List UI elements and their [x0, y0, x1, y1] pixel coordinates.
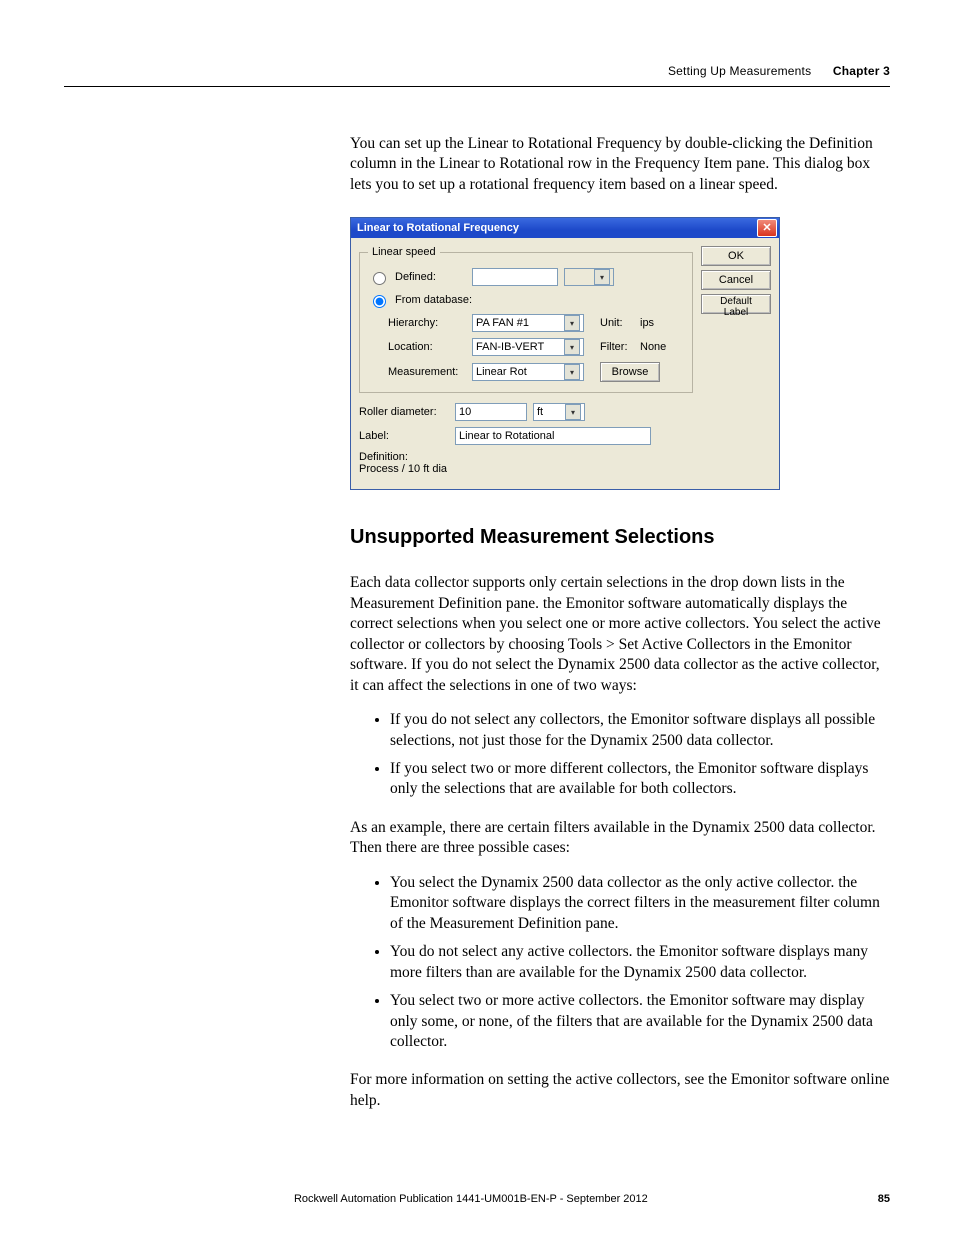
- dialog-main: Linear speed Defined: ▾: [359, 246, 693, 475]
- close-icon[interactable]: ✕: [757, 219, 777, 237]
- cancel-button[interactable]: Cancel: [701, 270, 771, 290]
- footer-publication: Rockwell Automation Publication 1441-UM0…: [64, 1193, 878, 1205]
- label-unit: Unit:: [600, 317, 634, 329]
- combo-measurement[interactable]: Linear Rot ▾: [472, 363, 584, 381]
- radio-from-database[interactable]: [373, 295, 386, 308]
- row-measurement: Measurement: Linear Rot ▾ Browse: [388, 362, 684, 382]
- groupbox-linear-speed: Linear speed Defined: ▾: [359, 246, 693, 393]
- dialog-titlebar: Linear to Rotational Frequency ✕: [351, 218, 779, 238]
- value-definition: Process / 10 ft dia: [359, 463, 693, 475]
- pair-unit: Unit: ips: [600, 317, 654, 329]
- list-item: You do not select any active collectors.…: [390, 942, 890, 983]
- input-roller[interactable]: [455, 403, 527, 421]
- footer-page-number: 85: [878, 1193, 890, 1205]
- paragraph-2: As an example, there are certain filters…: [350, 818, 890, 859]
- row-roller: Roller diameter: ft ▾: [359, 403, 693, 421]
- radio-row-defined: Defined: ▾: [368, 268, 684, 286]
- combo-roller-unit[interactable]: ft ▾: [533, 403, 585, 421]
- dialog-title: Linear to Rotational Frequency: [357, 222, 519, 234]
- intro-paragraph: You can set up the Linear to Rotational …: [350, 134, 890, 195]
- chevron-down-icon: ▾: [565, 404, 581, 420]
- header-section: Setting Up Measurements: [668, 64, 811, 78]
- label-definition: Definition:: [359, 451, 693, 463]
- label-measurement: Measurement:: [388, 366, 466, 378]
- defined-unit-combo[interactable]: ▾: [564, 268, 614, 286]
- value-filter: None: [640, 341, 666, 353]
- input-label[interactable]: [455, 427, 651, 445]
- page: Setting Up Measurements Chapter 3 You ca…: [0, 0, 954, 1235]
- bullet-list-1: If you do not select any collectors, the…: [350, 710, 890, 800]
- content-column: You can set up the Linear to Rotational …: [350, 134, 890, 1125]
- running-header: Setting Up Measurements Chapter 3: [668, 64, 890, 78]
- list-item: If you select two or more different coll…: [390, 759, 890, 800]
- label-hierarchy: Hierarchy:: [388, 317, 466, 329]
- dialog-linear-to-rotational: Linear to Rotational Frequency ✕ Linear …: [350, 217, 780, 490]
- ok-button[interactable]: OK: [701, 246, 771, 266]
- browse-button[interactable]: Browse: [600, 362, 660, 382]
- combo-hierarchy-value: PA FAN #1: [476, 317, 529, 329]
- default-label-button[interactable]: Default Label: [701, 294, 771, 314]
- chevron-down-icon: ▾: [564, 315, 580, 331]
- label-location: Location:: [388, 341, 466, 353]
- bullet-list-2: You select the Dynamix 2500 data collect…: [350, 873, 890, 1053]
- row-hierarchy: Hierarchy: PA FAN #1 ▾ Unit: ips: [388, 314, 684, 332]
- list-item: If you do not select any collectors, the…: [390, 710, 890, 751]
- combo-location-value: FAN-IB-VERT: [476, 341, 544, 353]
- combo-hierarchy[interactable]: PA FAN #1 ▾: [472, 314, 584, 332]
- pair-browse: Browse: [600, 362, 660, 382]
- paragraph-3: For more information on setting the acti…: [350, 1070, 890, 1111]
- dialog-body: Linear speed Defined: ▾: [351, 238, 779, 489]
- list-item: You select the Dynamix 2500 data collect…: [390, 873, 890, 934]
- value-unit: ips: [640, 317, 654, 329]
- paragraph-1: Each data collector supports only certai…: [350, 573, 890, 696]
- radio-fromdb-label: From database:: [395, 294, 472, 306]
- pair-filter: Filter: None: [600, 341, 666, 353]
- groupbox-legend: Linear speed: [368, 246, 440, 258]
- defined-value-input[interactable]: [472, 268, 558, 286]
- lower-rows: Roller diameter: ft ▾ Label:: [359, 403, 693, 475]
- chevron-down-icon: ▾: [564, 364, 580, 380]
- page-footer: Rockwell Automation Publication 1441-UM0…: [64, 1193, 890, 1205]
- label-filter: Filter:: [600, 341, 634, 353]
- list-item: You select two or more active collectors…: [390, 991, 890, 1052]
- row-definition: Definition: Process / 10 ft dia: [359, 451, 693, 475]
- radio-defined-label: Defined:: [395, 271, 436, 283]
- radio-row-fromdb: From database:: [368, 292, 684, 308]
- section-heading: Unsupported Measurement Selections: [350, 526, 890, 549]
- header-rule: [64, 86, 890, 87]
- dialog-button-column: OK Cancel Default Label: [701, 246, 771, 475]
- radio-defined[interactable]: [373, 272, 386, 285]
- combo-roller-unit-value: ft: [537, 406, 543, 418]
- row-location: Location: FAN-IB-VERT ▾ Filter: None: [388, 338, 684, 356]
- row-label: Label:: [359, 427, 693, 445]
- header-chapter: Chapter 3: [833, 64, 890, 78]
- chevron-down-icon: ▾: [564, 339, 580, 355]
- combo-measurement-value: Linear Rot: [476, 366, 527, 378]
- label-label: Label:: [359, 430, 449, 442]
- label-roller: Roller diameter:: [359, 406, 449, 418]
- combo-location[interactable]: FAN-IB-VERT ▾: [472, 338, 584, 356]
- chevron-down-icon: ▾: [594, 269, 610, 285]
